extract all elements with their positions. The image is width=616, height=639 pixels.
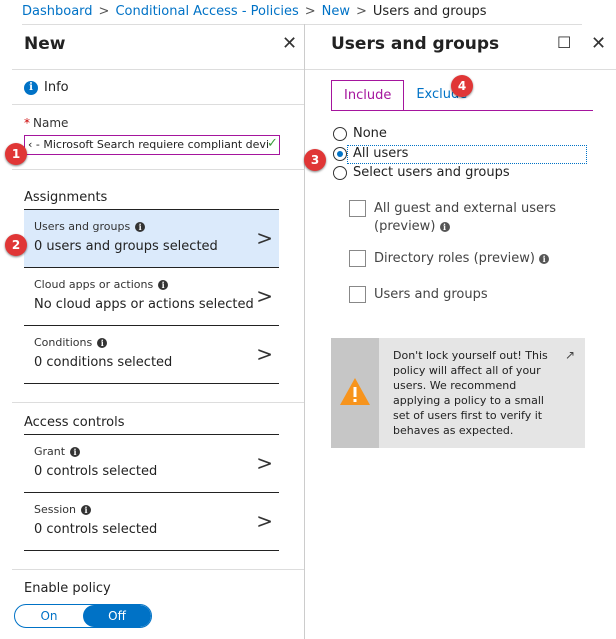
blade-header: New ✕: [12, 24, 304, 70]
divider: [12, 402, 304, 403]
info-icon: i: [97, 337, 108, 348]
session-row[interactable]: Session i 0 controls selected >: [24, 493, 279, 551]
tab-include[interactable]: Include: [331, 80, 405, 110]
blade-title: Users and groups: [331, 34, 500, 54]
info-icon: i: [135, 221, 146, 232]
breadcrumb-separator: >: [98, 4, 110, 19]
name-label: * Name: [24, 116, 69, 130]
chevron-right-icon: >: [256, 226, 273, 250]
breadcrumb-current: Users and groups: [372, 4, 487, 19]
close-icon[interactable]: ✕: [591, 33, 606, 54]
close-icon[interactable]: ✕: [282, 33, 297, 54]
breadcrumb: Dashboard > Conditional Access - Policies >…: [22, 0, 582, 25]
users-and-groups-blade: Users and groups ☐ ✕ Include Exclude Non…: [304, 24, 616, 639]
checkbox-guest-users[interactable]: All guest and external users (preview) i: [349, 200, 590, 236]
breadcrumb-dashboard[interactable]: Dashboard: [22, 4, 93, 19]
checkbox[interactable]: [349, 200, 366, 217]
blade-header: Users and groups ☐ ✕: [305, 24, 616, 70]
info-icon: i: [539, 254, 550, 264]
required-marker: *: [24, 116, 30, 130]
row-value: 0 users and groups selected: [34, 239, 218, 254]
chevron-right-icon: >: [256, 451, 273, 475]
toggle-off-option[interactable]: Off: [83, 605, 151, 627]
annotation-badge: 3: [304, 149, 326, 171]
checkbox[interactable]: [349, 250, 366, 267]
radio-button[interactable]: [333, 165, 347, 180]
cloud-apps-row[interactable]: Cloud apps or actions i No cloud apps or …: [24, 268, 279, 326]
name-input[interactable]: ‹ - Microsoft Search requiere compliant …: [24, 135, 280, 155]
checkbox[interactable]: [349, 286, 366, 303]
info-icon: i: [158, 279, 169, 290]
info-icon: i: [439, 222, 450, 232]
radio-none[interactable]: None: [333, 126, 387, 141]
row-label: Conditions i: [34, 336, 108, 349]
checkbox-label: Directory roles (preview) i: [374, 250, 590, 268]
radio-label: Select users and groups: [353, 165, 510, 180]
warning-icon: [340, 378, 370, 405]
checkbox-label: All guest and external users (preview) i: [374, 201, 557, 234]
chevron-right-icon: >: [256, 284, 273, 308]
info-label: Info: [44, 80, 69, 95]
new-policy-blade: New ✕ i Info * Name ‹ - Microsoft Search …: [12, 24, 304, 639]
annotation-badge: 1: [5, 143, 27, 165]
radio-button[interactable]: [333, 146, 347, 161]
assignments-title: Assignments: [24, 190, 108, 205]
row-value: 0 conditions selected: [34, 355, 173, 370]
radio-label: None: [353, 126, 387, 141]
check-icon: ✓: [267, 136, 278, 151]
maximize-icon[interactable]: ☐: [557, 33, 571, 52]
row-value: 0 controls selected: [34, 464, 158, 479]
row-value: 0 controls selected: [34, 522, 158, 537]
radio-select-users[interactable]: Select users and groups: [333, 165, 510, 180]
callout-text: Don't lock yourself out! This policy wil…: [393, 349, 548, 437]
divider: [12, 569, 304, 570]
checkbox-label: Users and groups: [374, 287, 488, 302]
checkbox-directory-roles[interactable]: Directory roles (preview) i: [349, 250, 590, 268]
row-value: No cloud apps or actions selected: [34, 297, 254, 312]
info-icon: i: [80, 504, 91, 515]
annotation-badge: 2: [5, 234, 27, 256]
annotation-badge: 4: [451, 75, 473, 97]
grant-row[interactable]: Grant i 0 controls selected >: [24, 435, 279, 493]
blade-title: New: [24, 34, 66, 54]
breadcrumb-new[interactable]: New: [322, 4, 350, 19]
divider: [12, 169, 304, 170]
callout-icon-area: [331, 338, 379, 448]
access-controls-title: Access controls: [24, 415, 125, 430]
external-link-icon[interactable]: ↗: [565, 348, 575, 362]
chevron-right-icon: >: [256, 509, 273, 533]
chevron-right-icon: >: [256, 342, 273, 366]
conditions-row[interactable]: Conditions i 0 conditions selected >: [24, 326, 279, 384]
row-label: Cloud apps or actions i: [34, 278, 169, 291]
enable-policy-title: Enable policy: [24, 581, 111, 596]
breadcrumb-separator: >: [304, 4, 316, 19]
row-label: Users and groups i: [34, 220, 146, 233]
breadcrumb-separator: >: [356, 4, 367, 19]
warning-callout: Don't lock yourself out! This policy wil…: [331, 338, 585, 448]
enable-policy-toggle[interactable]: On Off: [14, 604, 152, 628]
users-and-groups-row[interactable]: Users and groups i 0 users and groups sel…: [24, 210, 279, 268]
checkbox-users-and-groups[interactable]: Users and groups: [349, 286, 590, 304]
breadcrumb-policies[interactable]: Conditional Access - Policies: [115, 4, 298, 19]
row-label: Grant i: [34, 445, 81, 458]
radio-button[interactable]: [333, 126, 347, 141]
row-label: Session i: [34, 503, 91, 516]
toggle-on-option[interactable]: On: [15, 605, 83, 627]
radio-all-users[interactable]: All users: [333, 146, 408, 161]
divider: [12, 104, 304, 105]
radio-label: All users: [353, 146, 409, 161]
info-icon: i: [70, 446, 81, 457]
tab-underline: [331, 110, 593, 111]
info-icon: i: [24, 80, 38, 95]
info-link[interactable]: i Info: [24, 80, 69, 95]
